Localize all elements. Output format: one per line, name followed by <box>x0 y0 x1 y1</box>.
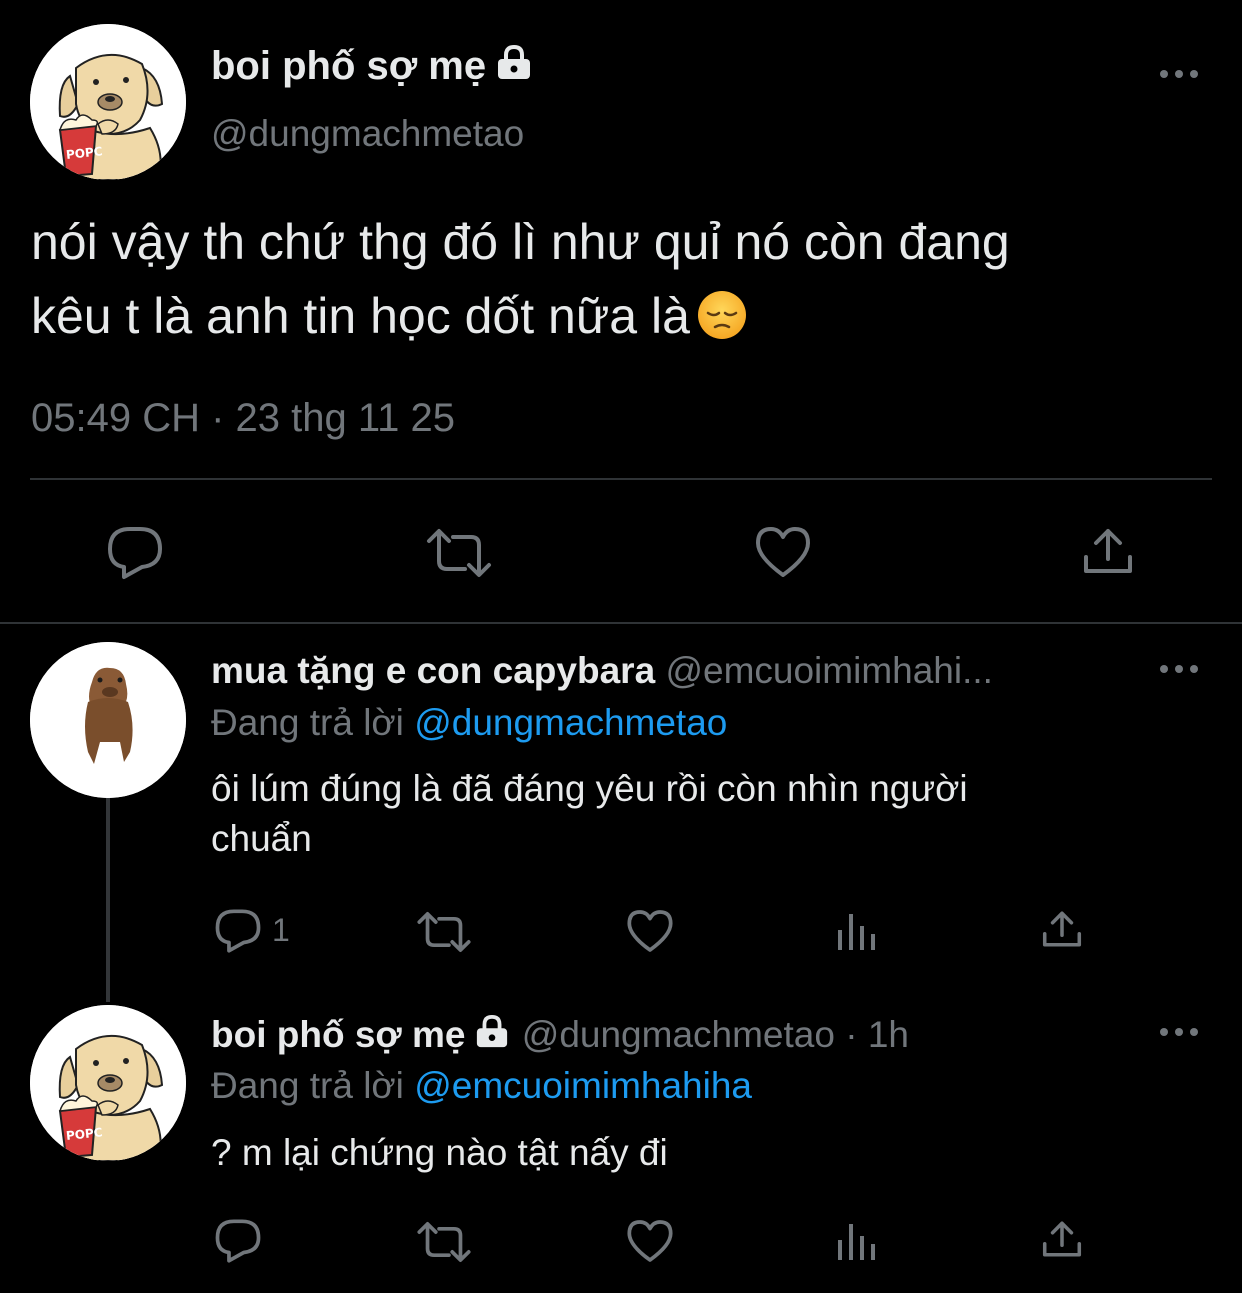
analytics-icon[interactable] <box>836 910 878 952</box>
lock-icon <box>494 44 534 91</box>
display-name[interactable]: mua tặng e con capybara <box>211 650 655 691</box>
handle[interactable]: @dungmachmetao <box>522 1014 835 1055</box>
like-icon[interactable] <box>754 525 812 579</box>
dog-avatar-image: POPC <box>30 24 186 180</box>
reply-icon[interactable] <box>106 525 164 581</box>
tweet-text-line-2-text: kêu t là anh tin học dốt nữa là <box>31 288 690 344</box>
replying-label: Đang trả lời <box>211 702 404 743</box>
more-options-icon[interactable] <box>1160 663 1200 675</box>
divider <box>30 478 1212 480</box>
reply-text-line-1: ôi lúm đúng là đã đáng yêu rồi còn nhìn … <box>211 768 968 809</box>
like-icon[interactable] <box>626 908 674 954</box>
relative-time[interactable]: · 1h <box>845 1014 909 1055</box>
pensive-face-emoji <box>696 287 748 361</box>
mention-link[interactable]: @dungmachmetao <box>414 702 727 743</box>
tweet-text-line-2: kêu t là anh tin học dốt nữa là <box>31 279 1211 361</box>
thread-connector-line <box>106 798 110 1002</box>
handle[interactable]: @emcuoimimhahi... <box>665 650 993 691</box>
reply-icon[interactable] <box>214 1218 262 1264</box>
retweet-icon[interactable] <box>416 1220 472 1264</box>
reply-text: ôi lúm đúng là đã đáng yêu rồi còn nhìn … <box>211 764 1171 864</box>
share-icon[interactable] <box>1040 908 1084 950</box>
reply-text-line-1: ? m lại chứng nào tật nấy đi <box>211 1132 668 1173</box>
dog-avatar-image: POPC <box>30 1005 186 1161</box>
avatar[interactable]: POPC <box>30 24 186 180</box>
replying-to: Đang trả lời @emcuoimimhahiha <box>211 1065 752 1107</box>
more-options-icon[interactable] <box>1160 68 1200 80</box>
reply-text-line-2: chuẩn <box>211 818 312 859</box>
replying-label: Đang trả lời <box>211 1065 404 1106</box>
tweet-text-line-1: nói vậy th chứ thg đó lì như quỉ nó còn … <box>31 214 1010 270</box>
mention-link[interactable]: @emcuoimimhahiha <box>414 1065 752 1106</box>
avatar[interactable] <box>30 642 186 798</box>
tweet-text: nói vậy th chứ thg đó lì như quỉ nó còn … <box>31 205 1211 361</box>
more-options-icon[interactable] <box>1160 1026 1200 1038</box>
reply-icon[interactable] <box>214 908 262 954</box>
retweet-icon[interactable] <box>416 910 472 954</box>
handle[interactable]: @dungmachmetao <box>211 113 524 155</box>
reply-header: mua tặng e con capybara @emcuoimimhahi..… <box>211 650 993 692</box>
display-name-text[interactable]: boi phố sợ mẹ <box>211 44 486 88</box>
share-icon[interactable] <box>1080 525 1136 577</box>
lock-icon <box>473 1014 511 1058</box>
avatar[interactable]: POPC <box>30 1005 186 1161</box>
reply-header: boi phố sợ mẹ @dungmachmetao · 1h <box>211 1014 909 1058</box>
capybara-avatar-image <box>30 642 186 798</box>
replying-to: Đang trả lời @dungmachmetao <box>211 702 727 744</box>
like-icon[interactable] <box>626 1218 674 1264</box>
retweet-icon[interactable] <box>425 527 493 579</box>
reply-text: ? m lại chứng nào tật nấy đi <box>211 1128 1171 1178</box>
display-name[interactable]: boi phố sợ mẹ <box>211 44 534 91</box>
reply-count: 1 <box>272 912 290 948</box>
share-icon[interactable] <box>1040 1218 1084 1260</box>
section-divider <box>0 622 1242 624</box>
timestamp[interactable]: 05:49 CH · 23 thg 11 25 <box>31 396 455 441</box>
display-name[interactable]: boi phố sợ mẹ <box>211 1014 465 1055</box>
analytics-icon[interactable] <box>836 1220 878 1262</box>
